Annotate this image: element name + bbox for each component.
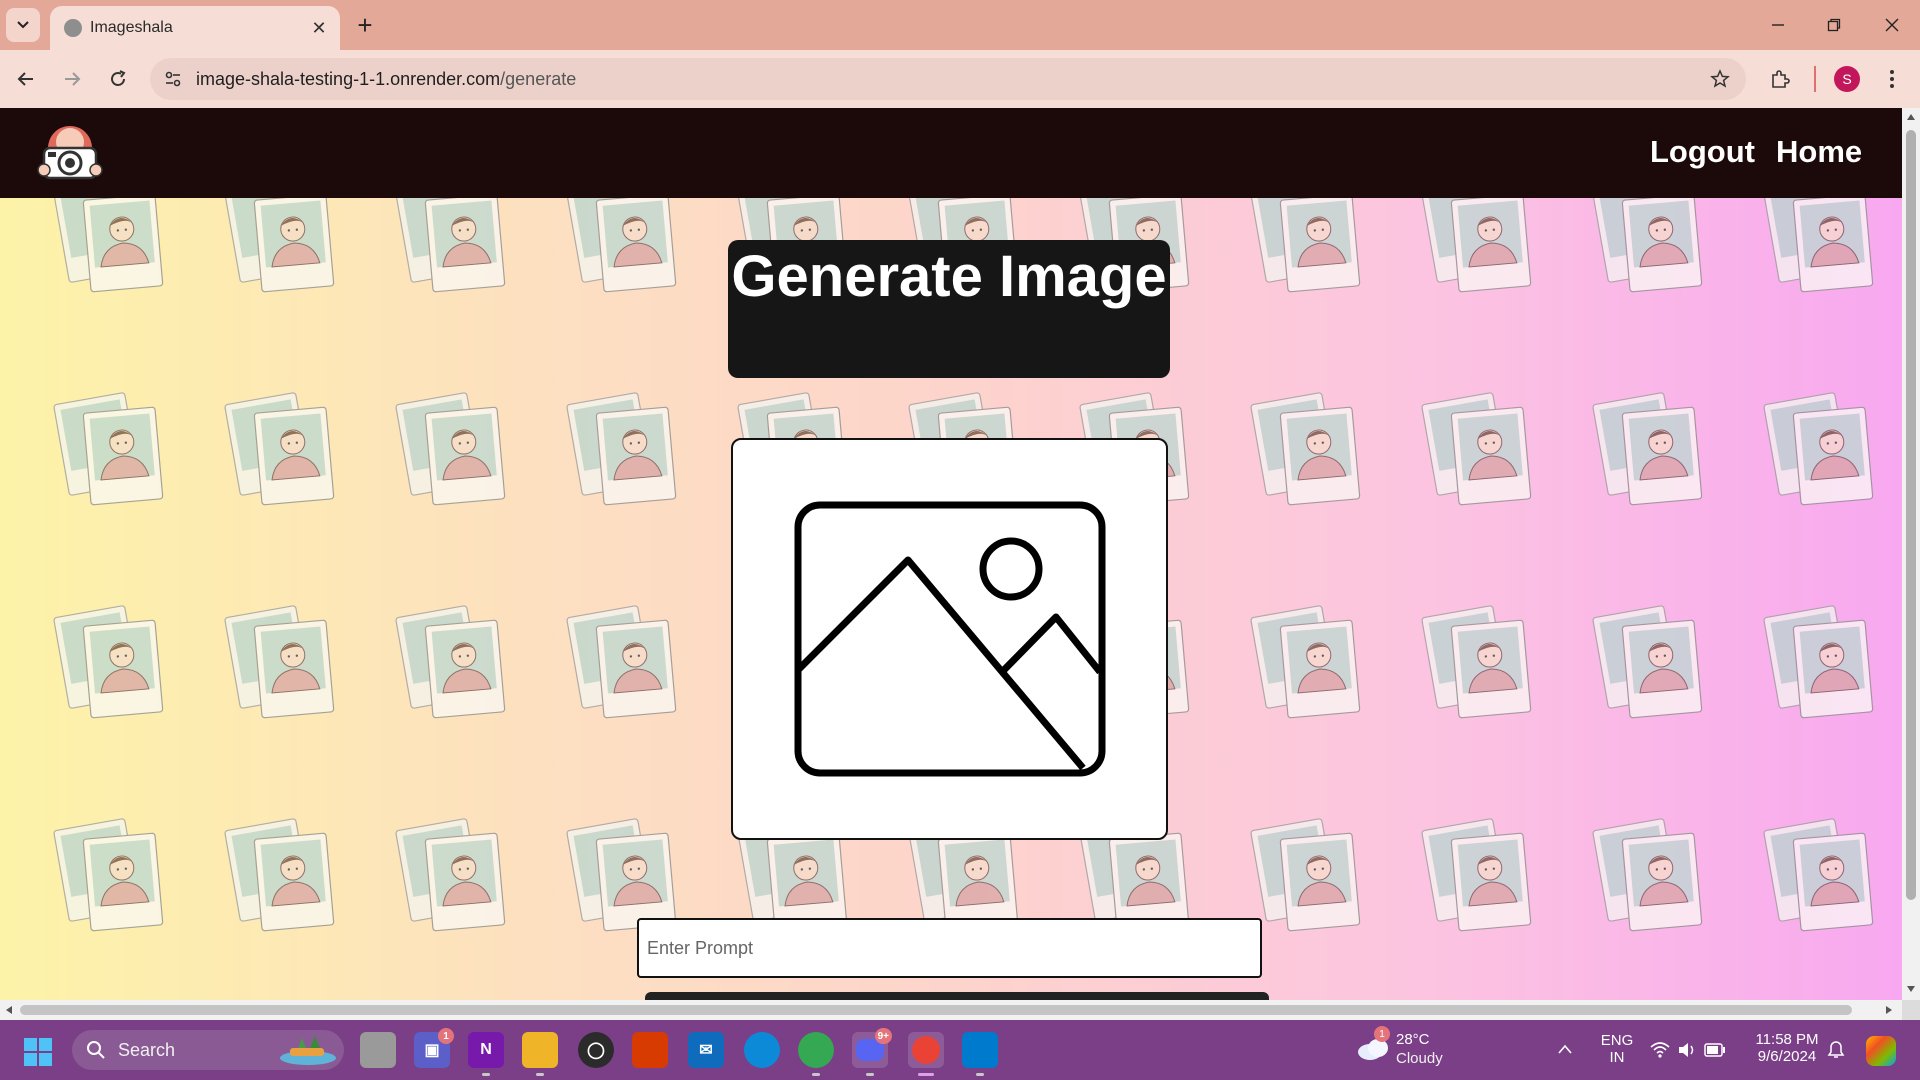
globe-icon [64,19,82,37]
weather-condition: Cloudy [1396,1050,1443,1067]
teams-icon[interactable]: ▣ 1 [414,1028,454,1068]
page-title: Generate Image [728,240,1170,378]
running-indicator [812,1073,820,1076]
running-indicator [866,1073,874,1076]
vscode-icon[interactable] [962,1032,998,1076]
new-tab-button[interactable]: + [350,10,380,40]
teams-badge: 1 [438,1028,454,1044]
browser-tab-active[interactable]: Imageshala ✕ [50,6,340,50]
scroll-down-arrow-icon[interactable] [1907,986,1915,992]
browser-toolbar: image-shala-testing-1-1.onrender.com/gen… [0,50,1920,108]
kebab-menu-icon[interactable] [1874,61,1910,97]
app-circle-icon[interactable]: ◯ [578,1032,614,1068]
windows-start-icon[interactable] [24,1038,52,1066]
search-highlight-illustration [280,1036,336,1065]
language-line2: IN [1609,1049,1625,1066]
close-tab-icon[interactable]: ✕ [308,17,330,39]
arrow-right-icon [65,72,81,86]
image-placeholder-icon [794,501,1106,777]
clock[interactable]: 11:58 PM 9/6/2024 [1746,1031,1828,1065]
home-link[interactable]: Home [1776,134,1862,170]
vertical-scroll-thumb[interactable] [1906,130,1916,900]
arrow-left-icon [17,72,33,86]
office-icon[interactable] [632,1032,668,1068]
search-icon [87,1041,105,1059]
reload-icon [111,70,126,86]
toolbar-divider [1814,66,1816,92]
language-indicator[interactable]: ENG IN [1598,1032,1636,1066]
clock-date: 9/6/2024 [1757,1048,1817,1065]
reload-button[interactable] [100,61,136,97]
tab-title: Imageshala [90,19,173,36]
clock-time: 11:58 PM [1755,1031,1819,1048]
camera-person-logo[interactable] [34,118,106,188]
url-path: /generate [500,69,577,89]
weather-widget[interactable]: 1 28°C Cloudy [1356,1026,1466,1072]
search-label: Search [118,1040,176,1060]
scrollbar-corner [1902,1000,1920,1020]
prompt-input[interactable] [637,918,1262,978]
copilot-icon[interactable] [1866,1036,1896,1066]
battery-icon[interactable] [1704,1043,1726,1057]
wifi-icon[interactable] [1650,1042,1670,1058]
page-viewport: Logout Home Generate Image [0,108,1902,1000]
chrome-icon[interactable] [798,1032,834,1076]
profile-avatar[interactable]: S [1834,66,1860,92]
address-bar[interactable]: image-shala-testing-1-1.onrender.com/gen… [150,58,1746,100]
url-text: image-shala-testing-1-1.onrender.com/gen… [196,69,576,90]
vertical-scrollbar[interactable] [1902,108,1920,1000]
forward-button[interactable] [54,61,90,97]
volume-icon[interactable] [1678,1042,1696,1058]
site-info-icon[interactable] [162,68,184,90]
scroll-up-arrow-icon[interactable] [1907,114,1915,120]
show-hidden-icons-chevron-icon[interactable] [1558,1044,1572,1054]
discord-icon[interactable]: 9+ [852,1028,892,1076]
chrome-logo [912,1036,940,1064]
task-view-icon[interactable] [360,1032,396,1068]
generated-image-frame [731,438,1168,840]
notifications-bell-icon[interactable] [1826,1040,1846,1060]
taskbar-search[interactable]: Search [72,1030,344,1070]
mail-icon[interactable]: ✉ [688,1032,724,1068]
active-indicator [918,1073,934,1076]
generate-button[interactable] [645,992,1269,1000]
running-indicator [976,1073,984,1076]
close-window-icon[interactable] [1872,8,1912,42]
file-explorer-icon[interactable] [522,1032,558,1076]
scroll-left-arrow-icon[interactable] [6,1006,12,1014]
back-button[interactable] [8,61,44,97]
logout-link[interactable]: Logout [1650,134,1755,170]
edge-icon[interactable] [744,1032,780,1068]
windows-taskbar: Search ▣ 1 N ◯ ✉ 9+ 1 28°C Cloudy ENG IN … [0,1020,1920,1080]
chrome-profile-icon[interactable] [908,1032,944,1076]
weather-temperature: 28°C [1396,1031,1430,1048]
tab-search-button[interactable] [6,8,40,42]
onenote-icon[interactable]: N [468,1032,504,1076]
horizontal-scrollbar[interactable] [0,1000,1902,1020]
extensions-puzzle-icon[interactable] [1762,61,1798,97]
running-indicator [536,1073,544,1076]
running-indicator [482,1073,490,1076]
minimize-icon[interactable] [1758,8,1798,42]
chevron-down-icon [17,21,29,29]
browser-tabstrip: Imageshala ✕ + [0,0,1920,50]
scroll-right-arrow-icon[interactable] [1886,1006,1892,1014]
bookmark-star-icon[interactable] [1708,67,1732,91]
discord-badge: 9+ [874,1028,892,1044]
url-host: image-shala-testing-1-1.onrender.com [196,69,501,89]
horizontal-scroll-thumb[interactable] [20,1005,1852,1015]
language-line1: ENG [1600,1032,1634,1049]
weather-badge: 1 [1374,1026,1390,1042]
restore-icon[interactable] [1814,8,1854,42]
site-header: Logout Home [0,108,1902,198]
